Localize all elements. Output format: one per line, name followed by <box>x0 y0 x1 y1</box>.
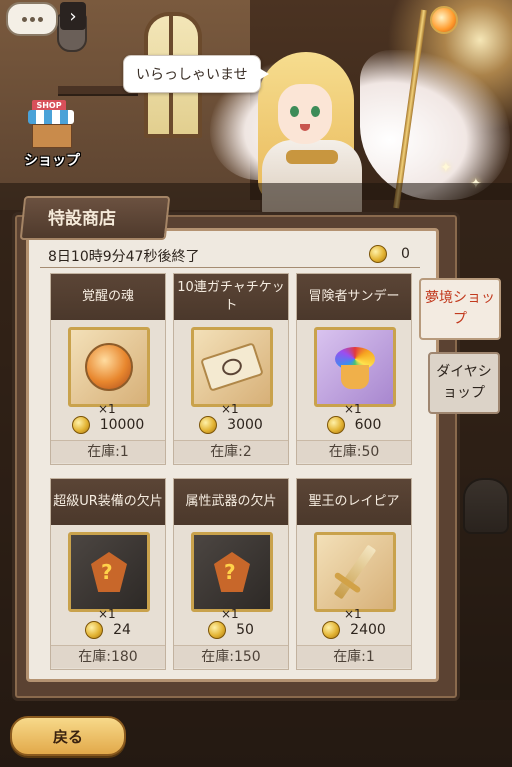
currency-value: 0 <box>401 246 410 262</box>
item-image: ? <box>191 532 273 612</box>
item-name: 聖王のレイピア <box>297 479 411 525</box>
shop-awning <box>28 110 74 124</box>
item-price: 24 <box>51 621 165 643</box>
page-title: 特設商店 <box>48 209 116 229</box>
item-image <box>191 327 273 407</box>
shop-item-card[interactable]: 属性武器の欠片 ? ×1 50 在庫:150 <box>173 478 289 670</box>
staff-orb <box>430 6 458 34</box>
chat-dot-icon <box>37 16 43 22</box>
item-price: 3000 <box>174 416 288 438</box>
price-value: 50 <box>236 622 254 638</box>
armor-trim <box>286 150 338 164</box>
item-name: 超級UR装備の欠片 <box>51 479 165 525</box>
tab-dream-shop[interactable]: 夢境ショップ <box>419 278 501 340</box>
shop-label[interactable]: ショップ <box>24 150 80 170</box>
shop-building-icon[interactable]: SHOP <box>24 100 78 148</box>
coin-icon <box>85 621 104 639</box>
item-price: 600 <box>297 416 411 438</box>
price-value: 600 <box>354 417 382 433</box>
soul-icon <box>85 343 133 391</box>
character-face <box>278 84 332 144</box>
shop-item-card[interactable]: 冒険者サンデー ×1 600 在庫:50 <box>296 273 412 465</box>
item-price: 10000 <box>51 416 165 438</box>
timer-row: 8日10時9分47秒後終了 0 <box>40 243 420 268</box>
coin-icon <box>199 416 218 434</box>
item-image: ? <box>68 532 150 612</box>
price-value: 2400 <box>350 622 386 638</box>
item-name: 冒険者サンデー <box>297 274 411 320</box>
sparkle-icon: ✦ <box>440 160 452 176</box>
tab-diamond-shop[interactable]: ダイヤショップ <box>428 352 500 414</box>
item-quantity: ×1 <box>98 607 116 621</box>
expand-chevron-icon[interactable]: › <box>60 2 86 30</box>
back-button[interactable]: 戻る <box>10 716 126 756</box>
chat-dot-icon <box>21 16 27 22</box>
coin-icon <box>369 245 387 263</box>
coin-icon <box>322 621 341 639</box>
rapier-icon <box>333 544 377 600</box>
shop-item-card[interactable]: 覚醒の魂 ×1 10000 在庫:1 <box>50 273 166 465</box>
shop-item-card[interactable]: 超級UR装備の欠片 ? ×1 24 在庫:180 <box>50 478 166 670</box>
coin-icon <box>208 621 227 639</box>
shop-timer: 8日10時9分47秒後終了 <box>48 249 200 265</box>
sundae-icon <box>335 343 375 391</box>
chat-button[interactable] <box>6 2 58 36</box>
item-price: 2400 <box>297 621 411 643</box>
speech-bubble: いらっしゃいませ <box>123 55 269 93</box>
shop-item-card[interactable]: 聖王のレイピア ×1 2400 在庫:1 <box>296 478 412 670</box>
item-name: 属性武器の欠片 <box>174 479 288 525</box>
item-name: 10連ガチャチケット <box>174 274 288 320</box>
price-value: 10000 <box>99 417 145 433</box>
mouth <box>300 124 310 131</box>
item-stock: 在庫:2 <box>174 440 288 463</box>
item-quantity: ×1 <box>344 607 362 621</box>
ticket-icon <box>200 342 264 392</box>
price-value: 24 <box>113 622 131 638</box>
item-stock: 在庫:150 <box>174 645 288 668</box>
item-image <box>314 532 396 612</box>
item-stock: 在庫:1 <box>297 645 411 668</box>
item-quantity: ×1 <box>221 402 239 416</box>
shop-base <box>32 124 72 148</box>
eye-left <box>290 106 299 117</box>
coin-icon <box>71 416 90 434</box>
currency-display: 0 <box>369 245 410 263</box>
shop-item-card[interactable]: 10連ガチャチケット ×1 3000 在庫:2 <box>173 273 289 465</box>
weapon-fragment-icon: ? <box>212 550 252 594</box>
item-price: 50 <box>174 621 288 643</box>
price-value: 3000 <box>227 417 263 433</box>
item-stock: 在庫:1 <box>51 440 165 463</box>
item-image <box>68 327 150 407</box>
chat-dot-icon <box>29 16 35 22</box>
item-stock: 在庫:50 <box>297 440 411 463</box>
item-stock: 在庫:180 <box>51 645 165 668</box>
item-name: 覚醒の魂 <box>51 274 165 320</box>
item-quantity: ×1 <box>344 402 362 416</box>
coin-icon <box>326 416 345 434</box>
item-quantity: ×1 <box>98 402 116 416</box>
item-image <box>314 327 396 407</box>
eye-right <box>311 106 320 117</box>
item-quantity: ×1 <box>221 607 239 621</box>
armor-fragment-icon: ? <box>89 550 129 594</box>
